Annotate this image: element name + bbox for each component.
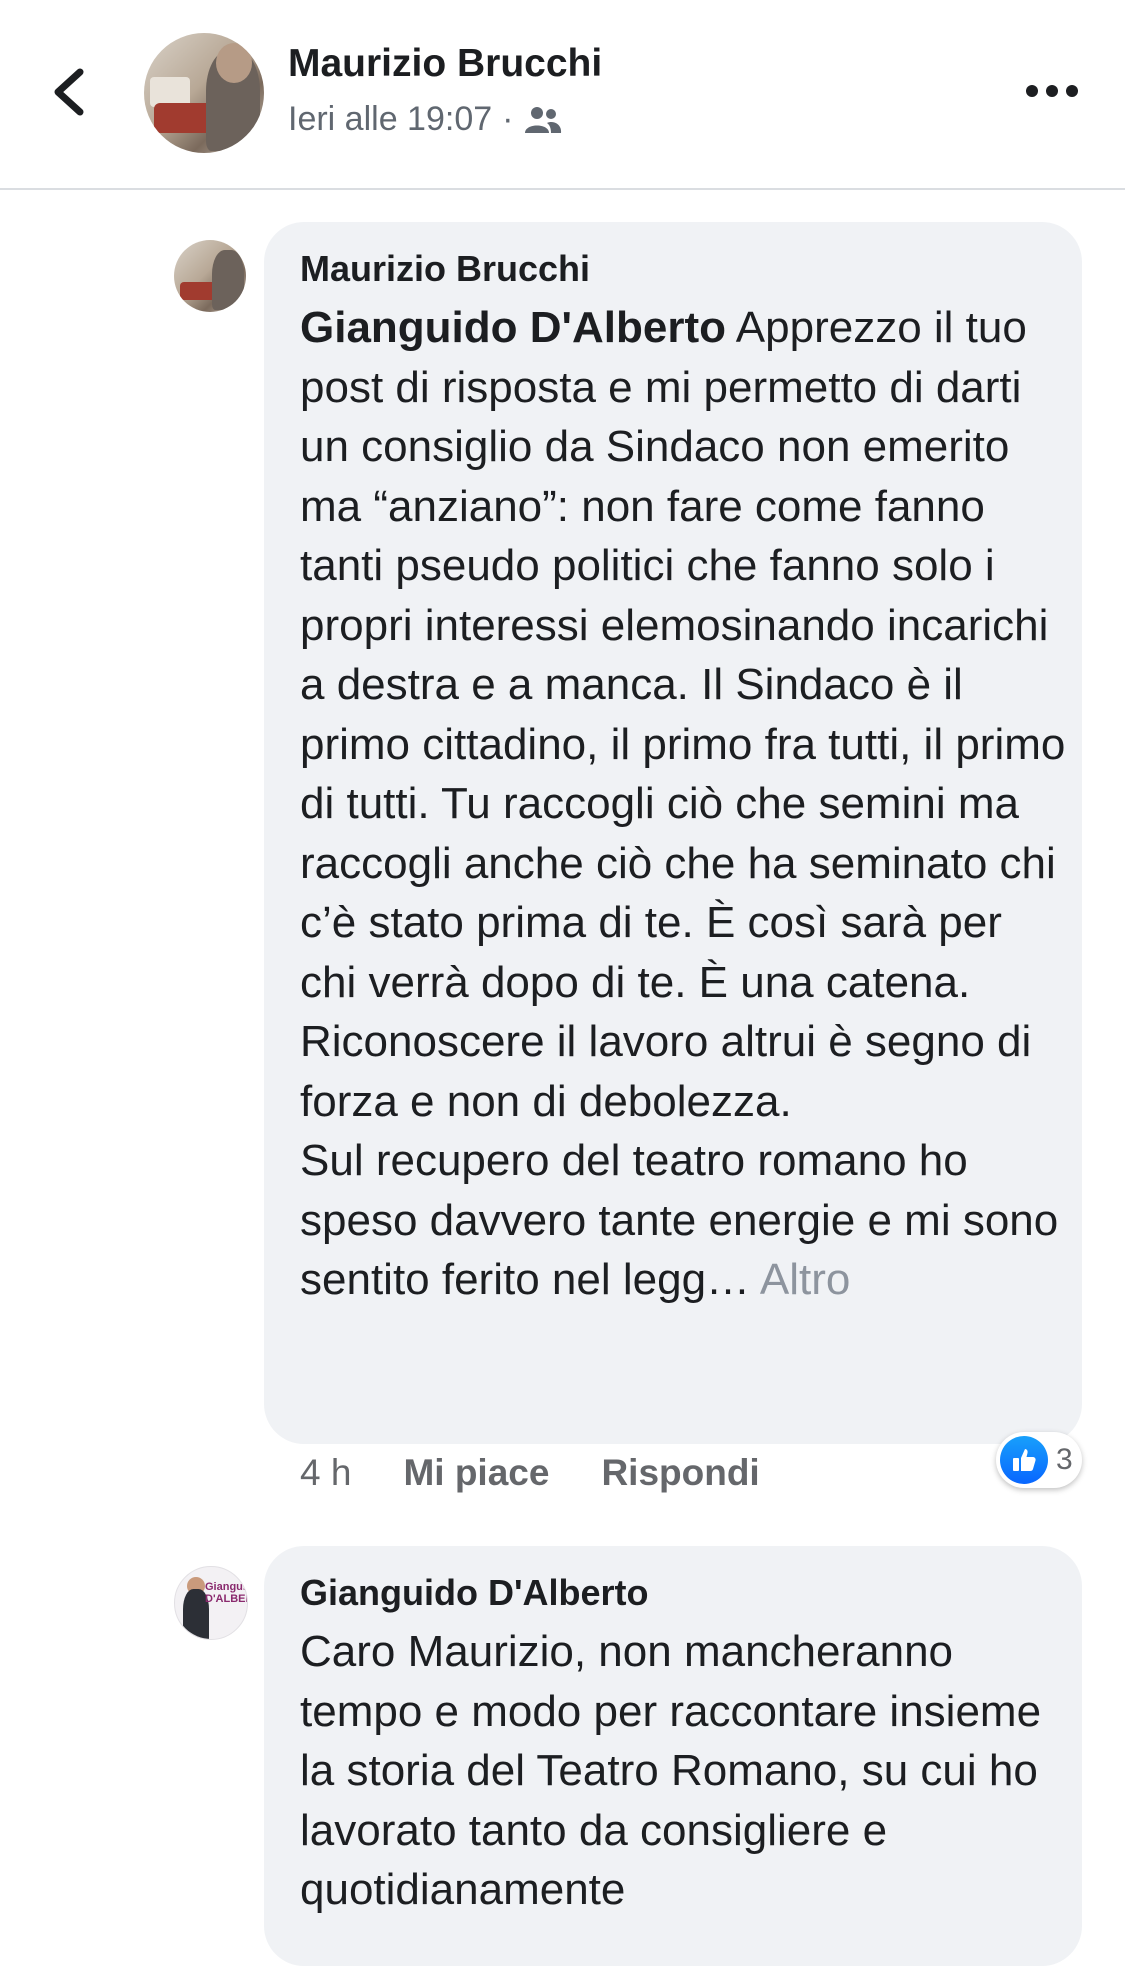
like-button[interactable]: Mi piace xyxy=(403,1452,549,1494)
avatar-caption: Gianguido D'ALBERTO xyxy=(205,1581,247,1605)
comment-avatar[interactable]: Gianguido D'ALBERTO xyxy=(174,1566,248,1640)
comment-author[interactable]: Maurizio Brucchi xyxy=(300,248,590,290)
author-avatar[interactable] xyxy=(144,33,264,153)
reaction-count: 3 xyxy=(1056,1443,1073,1476)
mention-tag[interactable]: Gianguido D'Alberto xyxy=(300,303,726,352)
comment-text: Caro Maurizio, non mancheranno tempo e m… xyxy=(300,1627,1042,1914)
post-author-name[interactable]: Maurizio Brucchi xyxy=(288,42,602,86)
comment-time: 4 h xyxy=(300,1452,352,1493)
timestamp-text: Ieri alle 19:07 xyxy=(288,100,493,138)
comment-body-continued: Sul recupero del teatro romano ho speso … xyxy=(300,1136,1059,1304)
separator: · xyxy=(502,100,514,138)
post-timestamp: Ieri alle 19:07 · xyxy=(288,100,563,139)
more-horizontal-icon xyxy=(1026,85,1078,97)
comment-author[interactable]: Gianguido D'Alberto xyxy=(300,1572,649,1614)
reaction-summary[interactable]: 3 xyxy=(996,1432,1082,1488)
see-more-link[interactable]: Altro xyxy=(750,1255,850,1304)
chevron-left-icon xyxy=(54,68,84,116)
comment-body: Apprezzo il tuo post di risposta e mi pe… xyxy=(300,303,1066,1126)
comment-avatar[interactable] xyxy=(174,240,246,312)
friends-icon xyxy=(525,106,562,133)
like-reaction-icon xyxy=(1000,1436,1048,1484)
back-button[interactable] xyxy=(42,60,102,124)
more-options-button[interactable] xyxy=(1024,76,1080,106)
comment-bubble: Maurizio Brucchi Gianguido D'Alberto App… xyxy=(264,222,1082,1444)
comment-actions: 4 h Mi piace Rispondi xyxy=(300,1452,812,1494)
comment-bubble: Gianguido D'Alberto Caro Maurizio, non m… xyxy=(264,1546,1082,1966)
post-header: Maurizio Brucchi Ieri alle 19:07 · xyxy=(0,0,1125,190)
reply-button[interactable]: Rispondi xyxy=(601,1452,759,1494)
comment-text: Gianguido D'Alberto Apprezzo il tuo post… xyxy=(300,298,1070,1310)
